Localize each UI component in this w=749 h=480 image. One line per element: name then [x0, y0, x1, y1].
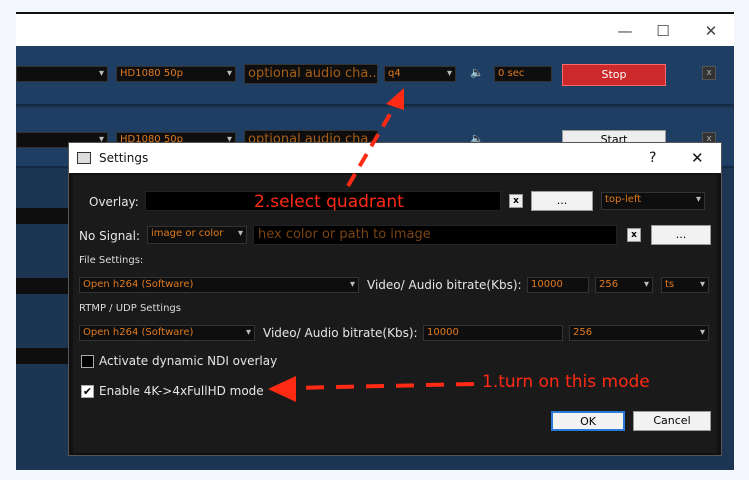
annotation-arrows	[268, 88, 475, 402]
arrow-step1	[268, 376, 475, 402]
arrow-step2	[346, 88, 404, 188]
annotation-step1: 1.turn on this mode	[482, 372, 650, 392]
annotation-step2: 2.select quadrant	[254, 192, 404, 212]
